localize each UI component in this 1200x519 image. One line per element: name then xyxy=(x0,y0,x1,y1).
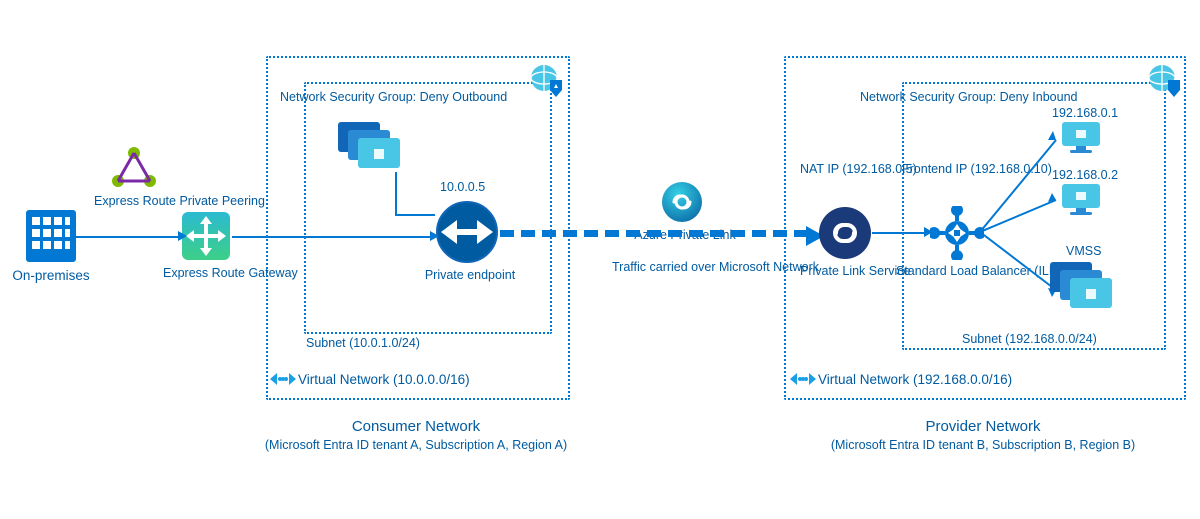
vm2-ip-label: 192.168.0.2 xyxy=(1052,168,1118,182)
load-balancer-icon xyxy=(930,206,984,260)
vm-stack-icon xyxy=(338,122,406,176)
pls-label: Private Link Service xyxy=(800,264,892,278)
diagram-stage: On-premises Express Route Private Peerin… xyxy=(0,0,1200,519)
traffic-label: Traffic carried over Microsoft Network xyxy=(612,260,772,275)
arrowhead-icon xyxy=(178,231,187,241)
pe-ip-label: 10.0.0.5 xyxy=(440,180,485,194)
connector xyxy=(872,232,926,234)
consumer-nsg-label: Network Security Group: Deny Outbound xyxy=(280,90,507,104)
provider-subnet-label: Subnet (192.168.0.0/24) xyxy=(962,332,1097,346)
express-route-gateway-icon xyxy=(180,210,232,262)
azure-private-link-icon xyxy=(660,180,704,224)
express-route-peering-icon xyxy=(110,147,158,191)
connector xyxy=(395,214,435,216)
nsg-globe-icon xyxy=(1148,64,1182,98)
vmss-label: VMSS xyxy=(1066,244,1101,258)
consumer-vnet-label: Virtual Network (10.0.0.0/16) xyxy=(298,372,470,387)
provider-vnet-label: Virtual Network (192.168.0.0/16) xyxy=(818,372,1012,387)
private-link-service-icon xyxy=(818,206,872,260)
onprem-label: On-premises xyxy=(6,268,96,283)
arrowhead-icon xyxy=(430,231,439,241)
provider-nsg-label: Network Security Group: Deny Inbound xyxy=(860,90,1077,104)
er-gateway-label: Express Route Gateway xyxy=(163,266,255,280)
vm-icon xyxy=(1062,184,1100,216)
nat-ip-label: NAT IP (192.168.0.5) xyxy=(800,162,892,176)
connector xyxy=(395,172,397,214)
er-peering-label: Express Route Private Peering xyxy=(94,194,186,208)
consumer-network-title: Consumer Network xyxy=(266,418,566,435)
dashed-connector xyxy=(500,230,808,237)
provider-network-title: Provider Network xyxy=(784,418,1182,435)
connector xyxy=(76,236,180,238)
vm-icon xyxy=(1062,122,1100,154)
vm1-ip-label: 192.168.0.1 xyxy=(1052,106,1118,120)
vnet-icon xyxy=(790,370,816,388)
pe-label: Private endpoint xyxy=(420,268,520,282)
consumer-subnet-border xyxy=(304,82,552,334)
building-icon xyxy=(26,210,76,262)
nsg-globe-icon xyxy=(530,64,564,98)
connector xyxy=(232,236,432,238)
vmss-icon xyxy=(1050,262,1118,316)
provider-network-sub: (Microsoft Entra ID tenant B, Subscripti… xyxy=(784,438,1182,452)
vnet-icon xyxy=(270,370,296,388)
consumer-network-sub: (Microsoft Entra ID tenant A, Subscripti… xyxy=(226,438,606,452)
private-endpoint-icon xyxy=(435,200,499,264)
consumer-subnet-label: Subnet (10.0.1.0/24) xyxy=(306,336,420,350)
